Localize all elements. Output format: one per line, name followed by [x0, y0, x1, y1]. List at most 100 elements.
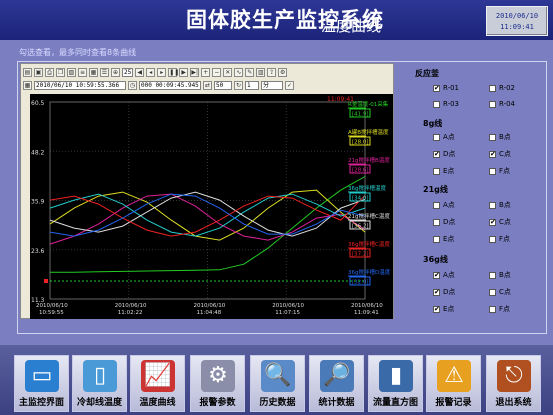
legend-icon[interactable]: ▥ [256, 67, 266, 77]
nav-button-label: 流量直方图 [372, 398, 418, 408]
nav-button-2[interactable]: 📈 温度曲线 [130, 355, 185, 412]
open-icon[interactable]: ▤ [23, 67, 32, 77]
calendar-icon[interactable]: ▦ [23, 80, 32, 90]
checkbox-line36-5[interactable]: F点 [489, 304, 510, 314]
checkbox-box[interactable]: ✔ [489, 150, 496, 158]
checkbox-reaction-2[interactable]: R-03 [433, 100, 459, 108]
checkbox-line8-0[interactable]: A点 [433, 132, 455, 142]
grid-icon[interactable]: ▦ [89, 67, 98, 77]
checkbox-line21-3[interactable]: ✔ C点 [489, 217, 511, 227]
nav-button-7[interactable]: ⚠ 报警记录 [426, 355, 481, 412]
pen-icon[interactable]: ✎ [245, 67, 255, 77]
nav-button-6[interactable]: ▮ 流量直方图 [368, 355, 423, 412]
checkbox-line36-1[interactable]: B点 [489, 270, 511, 280]
checkbox-box[interactable] [433, 100, 440, 108]
zoom-in-icon[interactable]: + [201, 67, 211, 77]
checkbox-box[interactable] [433, 218, 440, 226]
checkbox-line8-3[interactable]: ✔ C点 [489, 149, 511, 159]
settings-icon[interactable]: ⚙ [278, 67, 288, 77]
nav-button-8[interactable]: ⎋ 退出系统 [486, 355, 541, 412]
nav-button-5[interactable]: 🔎 统计数据 [309, 355, 364, 412]
checkbox-line8-1[interactable]: B点 [489, 132, 511, 142]
checkbox-line8-2[interactable]: ✔ D点 [433, 149, 455, 159]
checkbox-line21-5[interactable]: F点 [489, 234, 510, 244]
checkbox-box[interactable] [489, 201, 496, 209]
exit-icon: ⎋ [497, 360, 531, 392]
checkbox-box[interactable] [489, 133, 496, 141]
checkbox-box[interactable] [489, 100, 496, 108]
rewind-icon[interactable]: ◂ [146, 67, 156, 77]
checkbox-reaction-0[interactable]: ✔ R-01 [433, 84, 459, 92]
zoom-icon[interactable]: ⊕ [111, 67, 120, 77]
properties-icon[interactable]: ≡ [78, 67, 87, 77]
checkbox-box[interactable] [433, 201, 440, 209]
checkbox-box[interactable] [489, 84, 496, 92]
pause-icon[interactable]: ❚❚ [168, 67, 179, 77]
start-time-input[interactable]: 2010/06/10 10:59:55.366 [34, 80, 126, 90]
cursor-icon[interactable]: ✕ [223, 67, 233, 77]
next-icon[interactable]: ▶ [179, 67, 189, 77]
span-input[interactable]: 25 [122, 67, 134, 77]
checkbox-label: F点 [499, 235, 511, 243]
step-icon[interactable]: ⇄ [203, 80, 212, 90]
magnifier-icon: 🔍 [261, 360, 295, 392]
checkbox-box[interactable]: ✔ [433, 305, 440, 313]
paste-icon[interactable]: ▧ [67, 67, 76, 77]
export-icon[interactable]: ⇪ [267, 67, 277, 77]
forward-icon[interactable]: ▸ [157, 67, 167, 77]
checkbox-box[interactable] [433, 167, 440, 175]
nav-button-0[interactable]: ▭ 主监控界面 [14, 355, 69, 412]
checkbox-label: E点 [443, 305, 455, 313]
interval-input[interactable]: 1 [245, 80, 259, 90]
apply-icon[interactable]: ✓ [285, 80, 294, 90]
checkbox-line8-5[interactable]: F点 [489, 166, 510, 176]
checkbox-line21-1[interactable]: B点 [489, 200, 511, 210]
nav-button-4[interactable]: 🔍 历史数据 [250, 355, 305, 412]
checkbox-box[interactable] [489, 305, 496, 313]
checkbox-box[interactable] [489, 288, 496, 296]
checkbox-line21-2[interactable]: D点 [433, 217, 455, 227]
copy-icon[interactable]: ❐ [56, 67, 65, 77]
checkbox-reaction-1[interactable]: R-02 [489, 84, 515, 92]
refresh-icon[interactable]: ↻ [234, 80, 243, 90]
checkbox-box[interactable] [489, 271, 496, 279]
checkbox-box[interactable]: ✔ [433, 271, 440, 279]
nav-button-3[interactable]: ⚙ 报警参数 [190, 355, 245, 412]
previous-icon[interactable]: ◀ [135, 67, 145, 77]
checkbox-line21-4[interactable]: E点 [433, 234, 454, 244]
checkbox-line8-4[interactable]: E点 [433, 166, 454, 176]
unit-select[interactable]: 分 [261, 80, 283, 90]
checkbox-box[interactable] [433, 235, 440, 243]
duration-input[interactable]: 000 00:09:45.945 [139, 80, 201, 90]
checkbox-line36-4[interactable]: ✔ E点 [433, 304, 454, 314]
checkbox-reaction-3[interactable]: R-04 [489, 100, 515, 108]
checkbox-line21-0[interactable]: A点 [433, 200, 455, 210]
nav-button-1[interactable]: ▯ 冷却线温度 [72, 355, 127, 412]
chart-toolbar: ▤ ▣ ⎙ ❐ ▧ ≡ ▦ ☰ ⊕ 25 ◀ ◂ ▸ ❚❚ ▶ ▶| + − ✕… [23, 66, 393, 78]
nav-button-label: 温度曲线 [139, 398, 176, 408]
zoom-out-icon[interactable]: − [212, 67, 222, 77]
checkbox-box[interactable] [489, 235, 496, 243]
end-icon[interactable]: ▶| [190, 67, 200, 77]
legend-value: [34.0] [352, 196, 369, 202]
print-icon[interactable]: ⎙ [45, 67, 54, 77]
checkbox-box[interactable]: ✔ [433, 288, 440, 296]
clock-icon[interactable]: ◷ [128, 80, 137, 90]
checkbox-line36-2[interactable]: ✔ D点 [433, 287, 455, 297]
x-tick-date: 2010/06/10 [36, 303, 68, 309]
legend-value: [32.0] [352, 280, 369, 286]
checkbox-box[interactable]: ✔ [489, 218, 496, 226]
checkbox-box[interactable]: ✔ [433, 84, 440, 92]
plot-area[interactable]: 60.5 48.2 35.9 23.6 11.3 2010/06/10 10:59:55 20… [30, 94, 393, 319]
save-icon[interactable]: ▣ [34, 67, 43, 77]
list-icon[interactable]: ☰ [100, 67, 109, 77]
checkbox-box[interactable] [433, 133, 440, 141]
checkbox-box[interactable]: ✔ [433, 150, 440, 158]
x-tick-time: 11:04:48 [197, 310, 222, 316]
checkbox-line36-3[interactable]: C点 [489, 287, 511, 297]
checkbox-box[interactable] [489, 167, 496, 175]
trend-icon[interactable]: ∿ [234, 67, 244, 77]
scale-input[interactable]: 50 [214, 80, 232, 90]
checkbox-line36-0[interactable]: ✔ A点 [433, 270, 455, 280]
chart-icon: 📈 [141, 360, 175, 392]
